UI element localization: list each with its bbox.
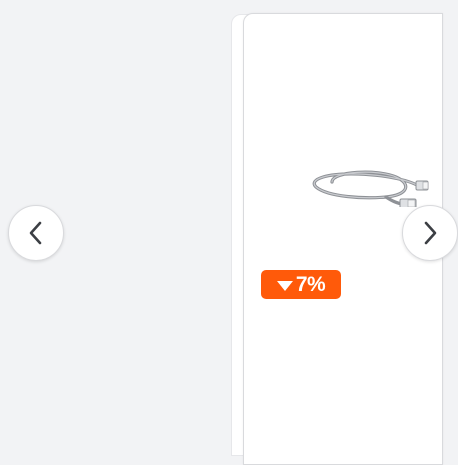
- product-image[interactable]: [308, 157, 432, 207]
- chevron-left-icon: [29, 221, 42, 245]
- carousel-next-button[interactable]: [402, 205, 458, 261]
- triangle-down-icon: [276, 280, 293, 291]
- discount-badge: 7%: [261, 270, 341, 299]
- chevron-right-icon: [424, 221, 437, 245]
- carousel-prev-button[interactable]: [8, 205, 64, 261]
- discount-percent: 7%: [295, 272, 326, 296]
